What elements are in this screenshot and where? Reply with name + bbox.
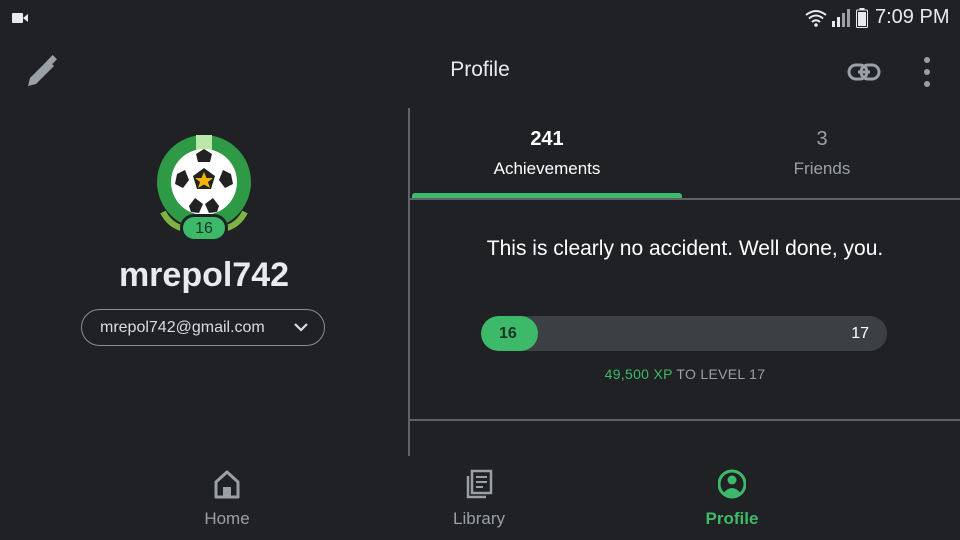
friends-count: 3 [816, 128, 828, 150]
xp-to-next-level: 49,500 XP TO LEVEL 17 [480, 366, 890, 382]
edit-icon [28, 55, 57, 86]
account-email: mrepol742@gmail.com [100, 319, 265, 336]
library-icon [466, 469, 493, 499]
more-options-button[interactable] [910, 52, 944, 92]
account-circle-icon [718, 469, 746, 499]
status-bar: 7:09 PM [0, 0, 960, 36]
achievements-label: Achievements [493, 159, 601, 178]
wifi-icon [805, 10, 827, 27]
xp-amount: 49,500 XP [604, 366, 673, 382]
home-icon [214, 470, 240, 499]
nav-home[interactable]: Home [127, 456, 327, 540]
edit-profile-button[interactable] [22, 52, 62, 92]
status-clock: 7:09 PM [875, 6, 950, 28]
more-vertical-icon [924, 57, 930, 87]
chevron-down-icon [294, 323, 308, 332]
tabs-divider [410, 198, 960, 200]
link-icon [847, 63, 881, 81]
xp-suffix: TO LEVEL 17 [676, 366, 766, 382]
nav-home-label: Home [204, 509, 250, 528]
nav-profile[interactable]: Profile [632, 456, 832, 540]
tab-achievements[interactable]: 241 Achievements [412, 120, 682, 200]
nav-library-label: Library [453, 509, 505, 528]
username: mrepol742 [118, 256, 290, 294]
next-level: 17 [851, 325, 869, 342]
bottom-navigation: Home Library Profile [0, 456, 960, 540]
card-divider [410, 419, 960, 421]
friends-label: Friends [793, 159, 851, 178]
avatar: 16 [155, 134, 255, 244]
account-switcher[interactable]: mrepol742@gmail.com [81, 309, 325, 346]
nav-library[interactable]: Library [379, 456, 579, 540]
achievements-count: 241 [530, 128, 564, 150]
video-icon [12, 13, 28, 23]
level-progress-bar: 16 17 [481, 316, 887, 351]
battery-icon [856, 8, 868, 28]
page-title: Profile [450, 58, 510, 81]
signal-icon [832, 9, 850, 27]
avatar-level-badge: 16 [195, 220, 213, 237]
share-link-button[interactable] [842, 56, 886, 90]
panel-divider [408, 108, 410, 456]
nav-profile-label: Profile [705, 509, 759, 528]
tab-friends[interactable]: 3 Friends [684, 120, 960, 200]
current-level: 16 [499, 325, 517, 342]
level-message: This is clearly no accident. Well done, … [486, 237, 884, 260]
